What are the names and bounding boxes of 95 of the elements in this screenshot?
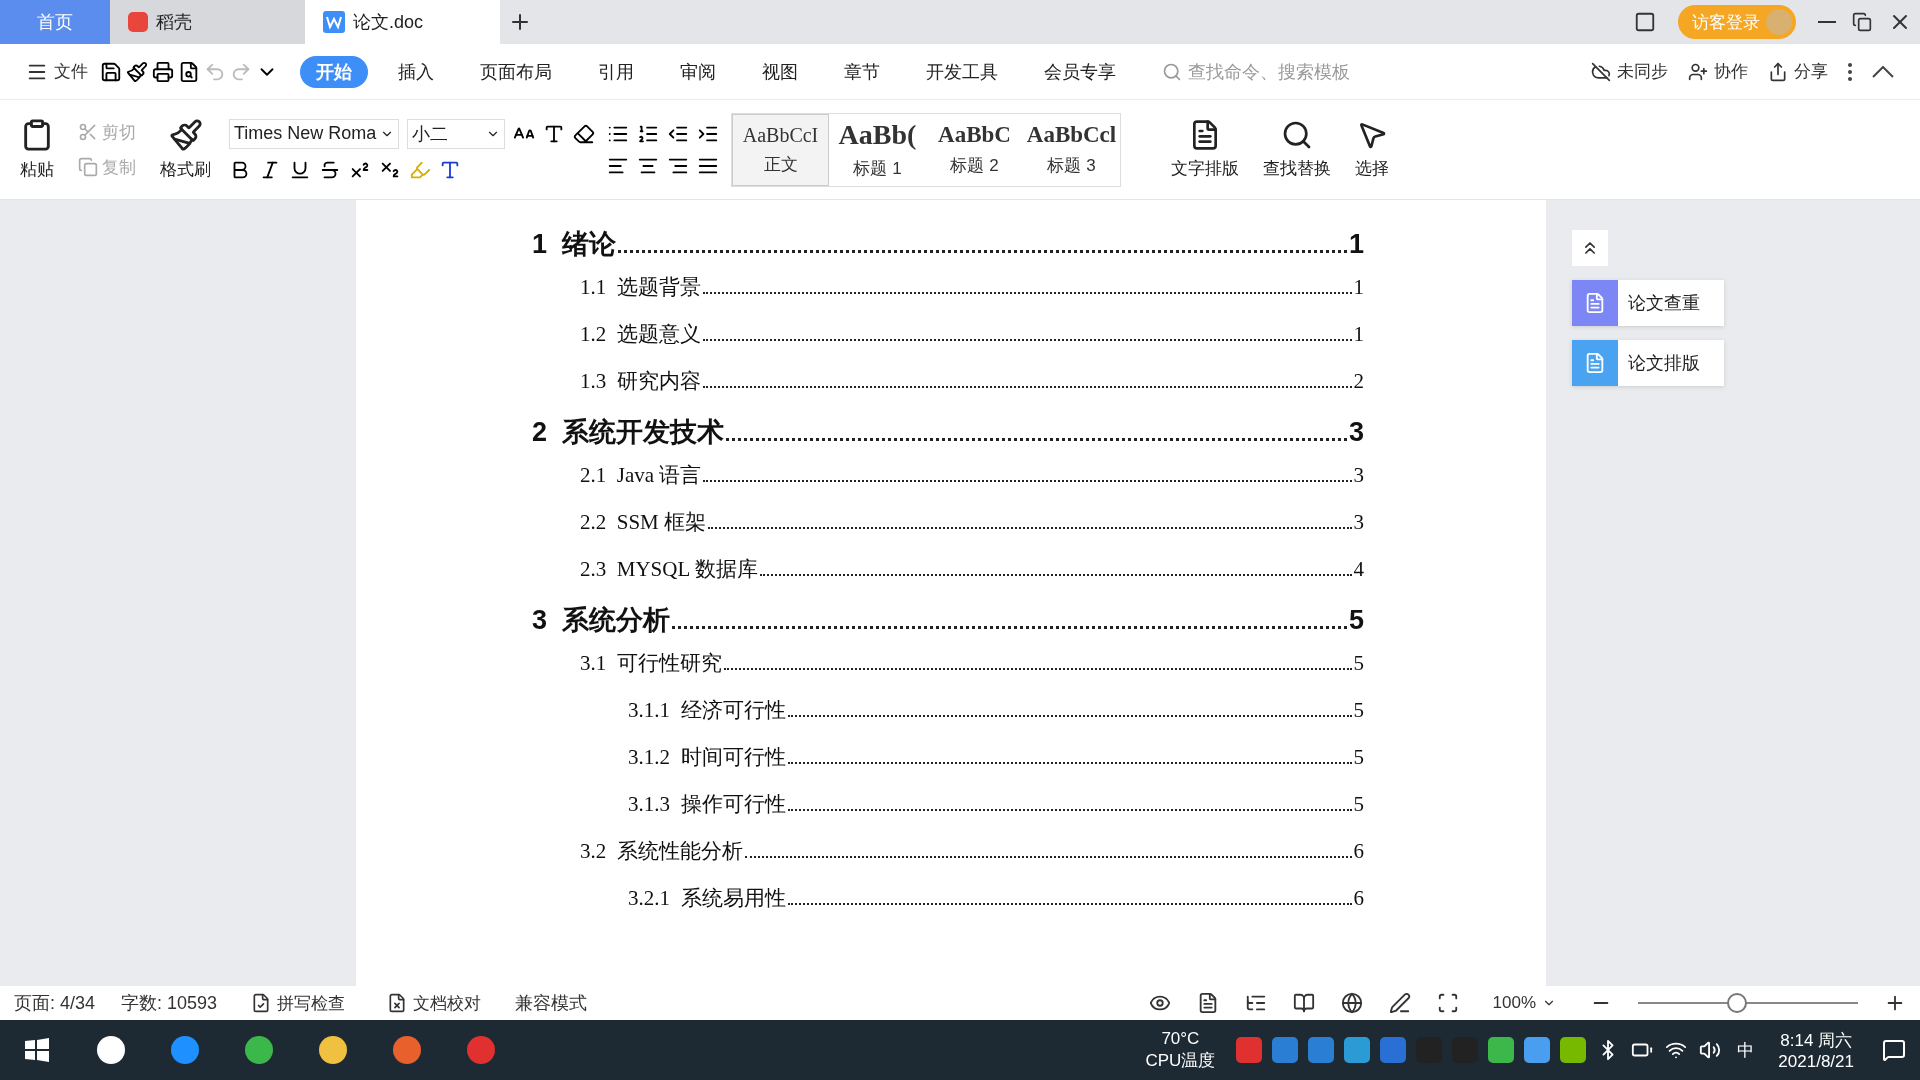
- tray-app-icon[interactable]: [1380, 1037, 1407, 1063]
- toc-entry[interactable]: 2.2 SSM 框架 3: [580, 502, 1364, 549]
- toc-entry[interactable]: 2.1 Java 语言 3: [580, 455, 1364, 502]
- ribbon-tab[interactable]: 插入: [382, 55, 450, 88]
- font-name-field[interactable]: Times New Roma: [229, 118, 399, 149]
- toc-entry[interactable]: 3.1.2 时间可行性 5: [628, 737, 1364, 784]
- toc-entry[interactable]: 1 绪论 1: [532, 220, 1364, 267]
- search-icon: [1281, 119, 1313, 151]
- ribbon-tab[interactable]: 开发工具: [910, 55, 1014, 88]
- input-method-indicator[interactable]: 中: [1737, 1038, 1755, 1062]
- toolbar-action-button[interactable]: 分享: [1760, 60, 1836, 83]
- toc-entry[interactable]: 1.2 选题意义 1: [580, 314, 1364, 361]
- scissors-icon: [78, 122, 98, 142]
- toc-entry[interactable]: 3 系统分析 5: [532, 596, 1364, 643]
- toc-entry[interactable]: 2 系统开发技术 3: [532, 408, 1364, 455]
- print-preview-icon[interactable]: [178, 60, 200, 83]
- toc-entry[interactable]: 1.1 选题背景 1: [580, 267, 1364, 314]
- pen-icon[interactable]: [1388, 992, 1411, 1014]
- ribbon-tab[interactable]: 审阅: [664, 55, 732, 88]
- more-icon: [1848, 62, 1852, 81]
- docer-logo-icon: [128, 12, 148, 32]
- ribbon-tab[interactable]: 引用: [582, 55, 650, 88]
- compat-mode-label: 兼容模式: [515, 992, 588, 1015]
- side-panel-button[interactable]: 论文排版: [1572, 340, 1724, 386]
- avatar-icon: [1766, 9, 1792, 35]
- writer-logo-icon: [323, 11, 345, 33]
- word-count: 字数: 10593: [121, 992, 218, 1015]
- toc-entry[interactable]: 3.1.3 操作可行性 5: [628, 784, 1364, 831]
- window-icon: [1634, 11, 1656, 33]
- app-icon: [317, 1034, 349, 1066]
- save-icon[interactable]: [100, 60, 122, 83]
- proofread-button[interactable]: 文档校对: [379, 991, 490, 1015]
- volume-icon[interactable]: [1699, 1039, 1722, 1061]
- ribbon-tab[interactable]: 章节: [828, 55, 896, 88]
- toc-entry[interactable]: 3.2 系统性能分析 6: [580, 831, 1364, 878]
- paste-button[interactable]: 粘贴: [14, 118, 60, 181]
- toc-entry[interactable]: 2.3 MYSQL 数据库 4: [580, 549, 1364, 596]
- tray-app-icon[interactable]: [1488, 1037, 1515, 1063]
- clock[interactable]: 8:14 周六 2021/8/21: [1778, 1028, 1854, 1072]
- style-preset[interactable]: AaBbCcI 正文: [732, 113, 829, 186]
- tray-app-icon[interactable]: [1524, 1037, 1551, 1063]
- toc-entry[interactable]: 3.1 可行性研究 5: [580, 643, 1364, 690]
- chevron-up-icon: [1872, 65, 1894, 78]
- print-icon[interactable]: [152, 60, 174, 83]
- cpu-temperature-label: CPU温度: [1145, 1049, 1216, 1072]
- page-count: 页面: 4/34: [14, 992, 96, 1015]
- zoom-slider[interactable]: [1727, 993, 1747, 1013]
- paintbrush-icon: [168, 118, 203, 152]
- clear-format-icon[interactable]: [573, 122, 595, 145]
- document-tab[interactable]: 稻壳: [110, 0, 305, 44]
- zoom-dropdown[interactable]: 100%: [1484, 993, 1564, 1013]
- font-size-field[interactable]: 小二: [407, 118, 505, 149]
- app-icon: [465, 1034, 497, 1066]
- app-icon: [95, 1034, 127, 1066]
- ribbon-tab[interactable]: 视图: [746, 55, 814, 88]
- toc-entry[interactable]: 3.2.1 系统易用性 6: [628, 878, 1364, 925]
- file-menu-button[interactable]: 文件: [18, 60, 96, 83]
- app-icon: [169, 1034, 201, 1066]
- document-icon: [1572, 280, 1618, 326]
- ribbon-tool-button[interactable]: 查找替换: [1257, 119, 1337, 180]
- add-user-icon: [1688, 61, 1708, 82]
- minimize-icon: [1818, 21, 1836, 23]
- restore-icon: [1852, 12, 1872, 32]
- proof-document-icon: [387, 993, 408, 1013]
- ribbon-tool-button[interactable]: 选择: [1349, 119, 1395, 180]
- toc-entry[interactable]: 3.1.1 经济可行性 5: [628, 690, 1364, 737]
- collapse-panel-button[interactable]: [1572, 230, 1608, 266]
- share-icon: [1768, 61, 1788, 82]
- app-icon: [243, 1034, 275, 1066]
- cpu-temperature: 70°C: [1161, 1028, 1200, 1049]
- toolbar-action-button[interactable]: 协作: [1680, 60, 1756, 83]
- tray-app-icon[interactable]: [1236, 1037, 1263, 1063]
- ribbon-tab[interactable]: 会员专享: [1028, 55, 1132, 88]
- side-panel-button[interactable]: 论文查重: [1572, 280, 1724, 326]
- copy-icon: [78, 157, 98, 177]
- web-view-icon[interactable]: [1340, 992, 1363, 1014]
- document-icon: [1572, 340, 1618, 386]
- tray-app-icon[interactable]: [1272, 1037, 1299, 1063]
- tray-app-icon[interactable]: [1560, 1037, 1587, 1063]
- reading-view-icon[interactable]: [1292, 992, 1315, 1014]
- cloud-icon: [1591, 61, 1611, 82]
- fit-icon[interactable]: [1436, 992, 1459, 1014]
- tray-app-icon[interactable]: [1308, 1037, 1335, 1063]
- app-icon: [391, 1034, 423, 1066]
- toc-entry[interactable]: 1.3 研究内容 2: [580, 361, 1364, 408]
- notification-icon[interactable]: [1882, 1038, 1906, 1062]
- ribbon-tab[interactable]: 页面布局: [464, 55, 568, 88]
- spell-check-button[interactable]: 拼写检查: [243, 991, 354, 1015]
- search-icon: [1162, 61, 1182, 82]
- document-tab[interactable]: 论文.doc: [305, 0, 500, 44]
- ribbon-tool-button[interactable]: 文字排版: [1165, 119, 1245, 180]
- toolbar-action-button[interactable]: 未同步: [1583, 60, 1676, 83]
- windows-logo-icon: [25, 1038, 49, 1062]
- tray-app-icon[interactable]: [1344, 1037, 1371, 1063]
- format-painter-button[interactable]: 格式刷: [154, 118, 217, 181]
